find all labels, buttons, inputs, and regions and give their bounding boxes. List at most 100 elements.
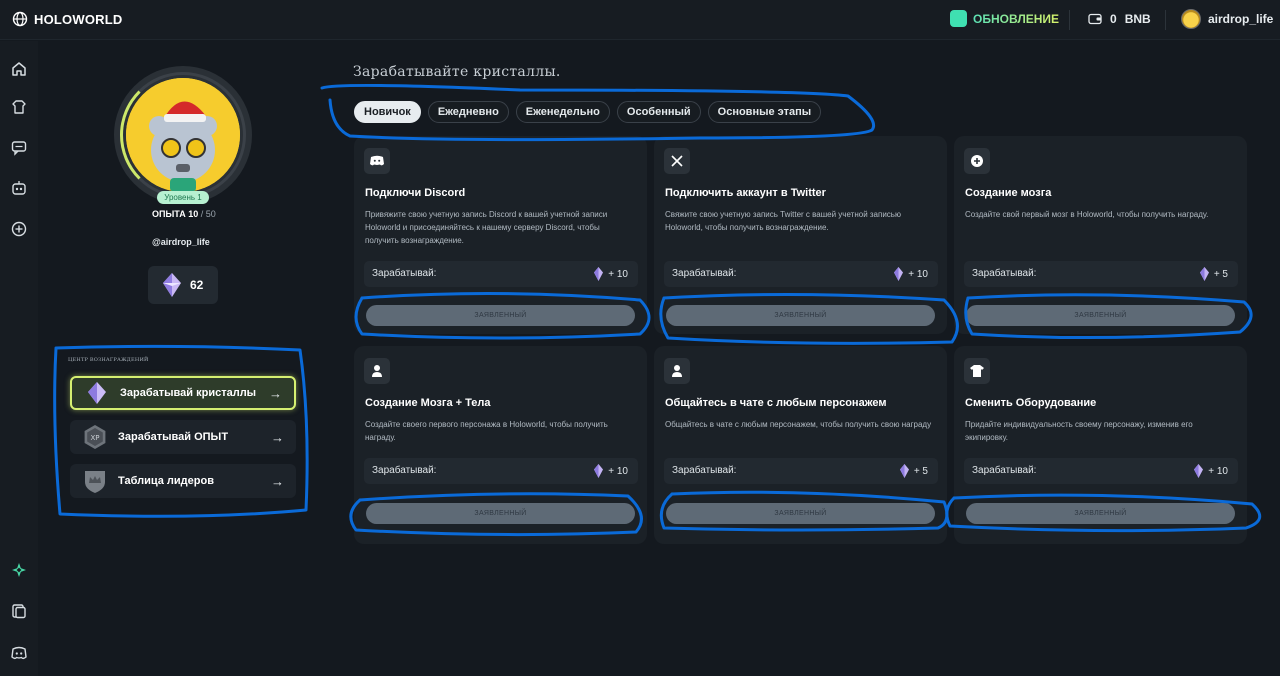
task-description: Придайте индивидуальность своему персона… [965, 420, 1193, 442]
reward-value: + 10 [594, 267, 628, 281]
crystal-icon [594, 464, 604, 478]
task-card-twitter: Подключить аккаунт в Twitter Свяжите сво… [654, 136, 947, 334]
reward-amount: + 10 [608, 465, 628, 477]
reward-amount: + 10 [608, 268, 628, 280]
task-card-brain-body: Создание Мозга + Тела Создайте своего пе… [354, 346, 647, 544]
avatar-image [126, 78, 240, 192]
reward-label: Зарабатывай: [372, 465, 437, 476]
gallery-icon[interactable] [10, 602, 28, 620]
crown-shield-icon [85, 471, 105, 493]
wallet-balance[interactable]: 0 BNB [1088, 12, 1151, 26]
reward-value: + 5 [1199, 267, 1228, 281]
task-card-change-outfit: Сменить Оборудование Придайте индивидуал… [954, 346, 1247, 544]
claimed-button[interactable]: ЗАЯВЛЕННЫЙ [666, 503, 935, 524]
holoworld-logo-icon [12, 11, 28, 27]
reward-label: Зарабатывай: [672, 268, 737, 279]
tab-daily[interactable]: Ежедневно [427, 101, 509, 123]
discord-icon [364, 148, 390, 174]
shirt-icon [964, 358, 990, 384]
claimed-button[interactable]: ЗАЯВЛЕННЫЙ [666, 305, 935, 326]
claimed-button[interactable]: ЗАЯВЛЕННЫЙ [966, 503, 1235, 524]
rewards-item-earn-crystals[interactable]: Зарабатывай кристаллы → [70, 376, 296, 410]
crystal-icon [594, 267, 604, 281]
reward-row: Зарабатывай: + 10 [364, 458, 638, 484]
task-description: Общайтесь в чате с любым персонажем, что… [665, 420, 932, 429]
divider [1069, 10, 1070, 30]
divider [1165, 10, 1166, 30]
xp-label: ОПЫТА 10 [152, 209, 199, 219]
top-bar: HOLOWORLD ОБНОВЛЕНИЕ 0 BNB airdrop_life [0, 0, 1280, 40]
person-icon [364, 358, 390, 384]
crystal-icon [894, 267, 904, 281]
claimed-button[interactable]: ЗАЯВЛЕННЫЙ [966, 305, 1235, 326]
tab-bar: Новичок Ежедневно Еженедельно Особенный … [354, 101, 822, 123]
task-card-discord: Подключи Discord Привяжите свою учетную … [354, 136, 647, 334]
profile-avatar[interactable] [114, 66, 252, 204]
task-card-chat: Общайтесь в чате с любым персонажем Обща… [654, 346, 947, 544]
xp-max: / 50 [200, 209, 216, 219]
rewards-item-label: Таблица лидеров [118, 475, 214, 487]
svg-text:XP: XP [90, 434, 99, 442]
task-title: Создание мозга [965, 187, 1052, 199]
app-logo[interactable]: HOLOWORLD [12, 11, 122, 27]
sparkle-icon[interactable] [10, 561, 28, 579]
home-icon[interactable] [10, 60, 28, 78]
update-label: ОБНОВЛЕНИЕ [973, 11, 1060, 26]
reward-label: Зарабатывай: [672, 465, 737, 476]
bear-avatar-illustration [126, 78, 240, 192]
tab-special[interactable]: Особенный [616, 101, 701, 123]
task-description: Создайте своего первого персонажа в Holo… [365, 420, 608, 442]
rewards-item-earn-xp[interactable]: XP Зарабатывай ОПЫТ → [70, 420, 296, 454]
crystal-icon [163, 273, 181, 297]
reward-row: Зарабатывай: + 5 [964, 261, 1238, 287]
tab-weekly[interactable]: Еженедельно [515, 101, 610, 123]
person-icon [664, 358, 690, 384]
character-icon[interactable] [10, 98, 28, 116]
task-card-create-brain: Создание мозга Создайте свой первый мозг… [954, 136, 1247, 334]
reward-row: Зарабатывай: + 10 [964, 458, 1238, 484]
reward-value: + 10 [894, 267, 928, 281]
reward-label: Зарабатывай: [972, 268, 1037, 279]
reward-value: + 10 [1194, 464, 1228, 478]
username: airdrop_life [1208, 12, 1274, 26]
update-button[interactable]: ОБНОВЛЕНИЕ [950, 10, 1059, 27]
reward-amount: + 5 [913, 465, 928, 477]
arrow-right-icon: → [271, 429, 284, 445]
plus-circle-icon[interactable] [10, 220, 28, 238]
claimed-button[interactable]: ЗАЯВЛЕННЫЙ [366, 305, 635, 326]
arrow-right-icon: → [269, 385, 282, 401]
chat-icon[interactable] [10, 139, 28, 157]
discord-icon[interactable] [10, 644, 28, 662]
claimed-button[interactable]: ЗАЯВЛЕННЫЙ [366, 503, 635, 524]
crystal-icon [899, 464, 909, 478]
tab-milestones[interactable]: Основные этапы [707, 101, 822, 123]
rewards-item-leaderboard[interactable]: Таблица лидеров → [70, 464, 296, 498]
task-title: Общайтесь в чате с любым персонажем [665, 397, 887, 409]
reward-label: Зарабатывай: [372, 268, 437, 279]
avatar [1181, 9, 1201, 29]
crystal-icon [1194, 464, 1204, 478]
reward-amount: + 5 [1213, 268, 1228, 280]
left-rail [0, 41, 38, 676]
tab-novice[interactable]: Новичок [354, 101, 421, 123]
app-name: HOLOWORLD [34, 11, 123, 27]
reward-row: Зарабатывай: + 5 [664, 458, 938, 484]
task-title: Создание Мозга + Тела [365, 397, 491, 409]
rewards-item-label: Зарабатывай кристаллы [120, 387, 257, 399]
user-menu[interactable]: airdrop_life [1181, 9, 1273, 29]
task-title: Подключить аккаунт в Twitter [665, 187, 826, 199]
wallet-icon [1088, 13, 1102, 25]
task-description: Создайте свой первый мозг в Holoworld, ч… [965, 210, 1209, 219]
rewards-center-title: ЦЕНТР ВОЗНАГРАЖДЕНИЙ [68, 357, 149, 363]
task-description: Свяжите свою учетную запись Twitter с ва… [665, 210, 901, 232]
update-icon [950, 10, 967, 27]
reward-value: + 5 [899, 464, 928, 478]
task-title: Подключи Discord [365, 187, 466, 199]
reward-amount: + 10 [1208, 465, 1228, 477]
crystal-icon [88, 382, 106, 404]
reward-label: Зарабатывай: [972, 465, 1037, 476]
crystal-count: 62 [190, 278, 204, 292]
xp-counter: ОПЫТА 10 / 50 [152, 209, 216, 219]
plus-circle-icon [964, 148, 990, 174]
robot-icon[interactable] [10, 179, 28, 197]
